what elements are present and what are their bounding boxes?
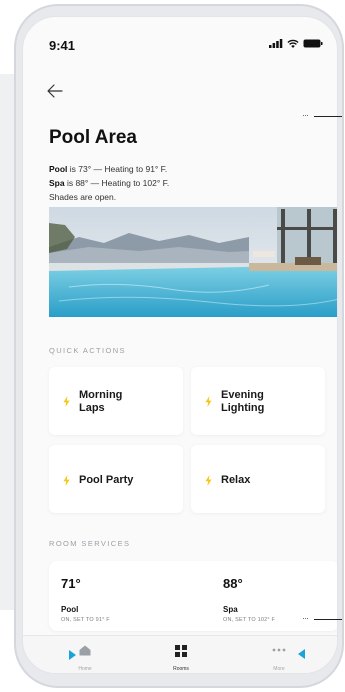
spa-status-name: Spa <box>49 178 65 188</box>
quick-action-label: Morning Laps <box>79 389 122 415</box>
callout-line-bottom <box>314 619 342 620</box>
tab-label: Home <box>78 666 92 672</box>
app-screen: 9:41 Pool Area Pool is 73° — Heating to … <box>22 16 338 674</box>
room-services-card: 71° Pool ON, SET TO 91° F 88° Spa ON, SE… <box>49 561 337 631</box>
service-name: Pool <box>61 605 79 614</box>
shades-status-line: Shades are open. <box>49 192 117 202</box>
tab-home[interactable]: Home <box>55 636 115 673</box>
status-icons <box>269 39 323 48</box>
quick-action-morning-laps[interactable]: Morning Laps <box>49 367 183 435</box>
lightning-icon <box>205 396 212 407</box>
room-services-label: ROOM SERVICES <box>49 539 131 548</box>
quick-action-pool-party[interactable]: Pool Party <box>49 445 183 513</box>
quick-actions-label: QUICK ACTIONS <box>49 346 126 355</box>
status-summary: Pool is 73° — Heating to 91° F. Spa is 8… <box>49 162 169 204</box>
status-bar: 9:41 <box>23 17 337 61</box>
signal-icon <box>269 39 283 48</box>
quick-action-label-line1: Morning <box>79 389 123 401</box>
quick-action-label: Relax <box>221 474 251 486</box>
spa-status-line: Spa is 88° — Heating to 102° F. <box>49 176 169 190</box>
pool-status-name: Pool <box>49 164 68 174</box>
lightning-icon <box>205 475 212 486</box>
battery-icon <box>303 39 323 48</box>
pointer-arrow-left <box>69 650 76 660</box>
service-name: Spa <box>223 605 238 614</box>
service-state: ON, SET TO 91° F <box>61 617 110 623</box>
wifi-icon <box>287 39 299 48</box>
service-temperature: 88° <box>223 576 243 591</box>
service-state: ON, SET TO 102° F <box>223 617 276 623</box>
pool-status-text: is 73° — Heating to 91° F. <box>67 164 168 174</box>
back-arrow-icon[interactable] <box>47 84 67 102</box>
callout-dots-top: ··· <box>302 110 309 120</box>
page-title: Pool Area <box>49 127 137 148</box>
pool-hero-image <box>49 207 337 317</box>
pointer-arrow-right <box>298 649 305 659</box>
callout-dots-bottom: ··· <box>302 613 309 623</box>
quick-action-label: Evening Lighting <box>221 389 264 415</box>
lightning-icon <box>63 475 70 486</box>
quick-action-label-line2: Laps <box>79 402 105 414</box>
more-icon <box>272 648 286 652</box>
quick-action-relax[interactable]: Relax <box>191 445 325 513</box>
service-temperature: 71° <box>61 576 81 591</box>
home-icon <box>79 645 91 656</box>
tab-label: Rooms <box>173 666 189 672</box>
pool-status-line: Pool is 73° — Heating to 91° F. <box>49 162 169 176</box>
rooms-icon <box>175 645 187 657</box>
quick-action-evening-lighting[interactable]: Evening Lighting <box>191 367 325 435</box>
tab-label: More <box>273 666 285 672</box>
lightning-icon <box>63 396 70 407</box>
quick-action-label: Pool Party <box>79 474 134 486</box>
quick-action-label-line1: Evening <box>221 389 264 401</box>
callout-line-top <box>314 116 342 117</box>
quick-action-label-line2: Lighting <box>221 402 265 414</box>
status-time: 9:41 <box>49 38 76 53</box>
spa-status-text: is 88° — Heating to 102° F. <box>64 178 170 188</box>
tab-rooms[interactable]: Rooms <box>151 636 211 673</box>
